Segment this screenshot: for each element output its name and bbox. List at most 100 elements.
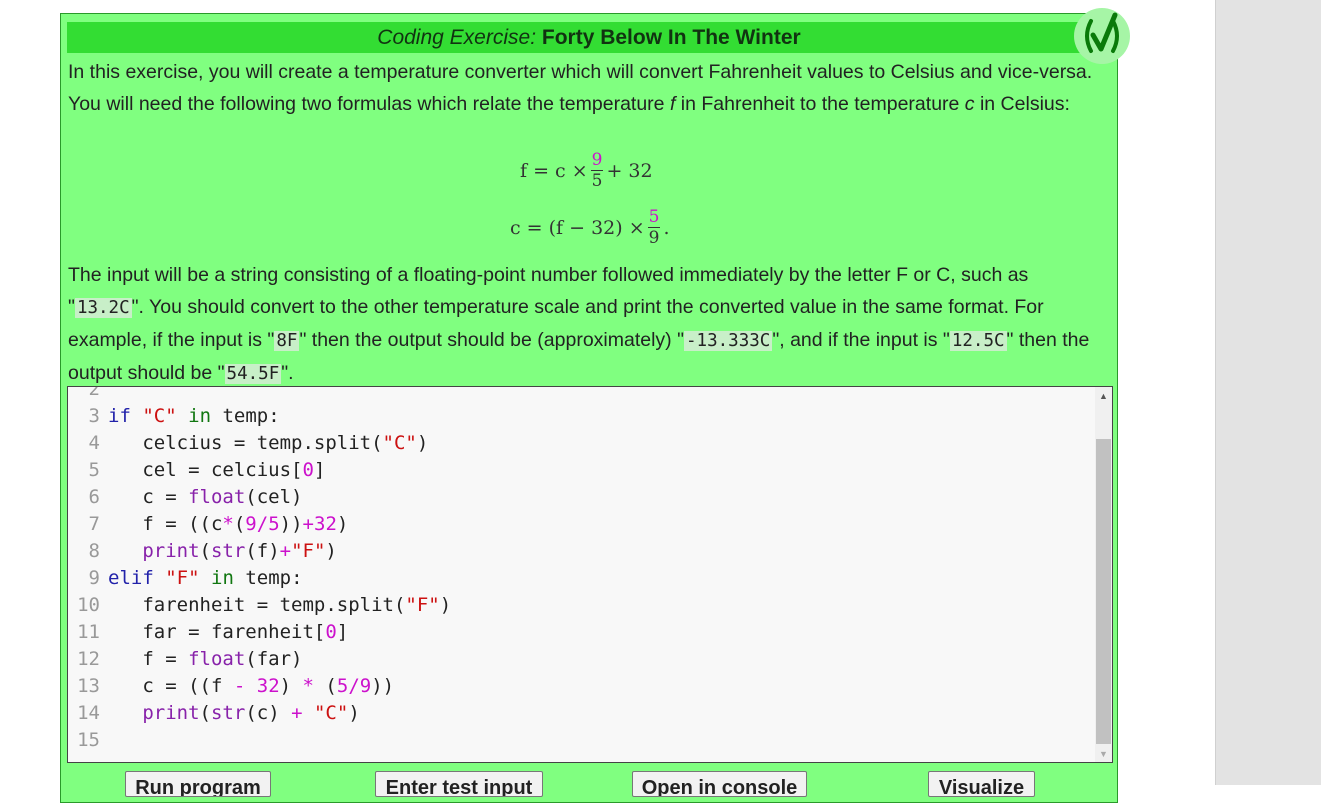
line-number: 8 [88, 539, 100, 562]
code-line[interactable]: 7 f = ((c *(9/5)) +32) [68, 510, 451, 537]
code-token: ( [199, 539, 211, 562]
example-output-3: 54.5F [224, 364, 282, 384]
line-number: 6 [88, 485, 100, 508]
code-line[interactable]: 9 elif "F" in temp: [68, 564, 451, 591]
formula2-fraction: 5 9 [647, 207, 661, 248]
formula1-lhs: f = c × [520, 159, 588, 182]
code-token: float [188, 485, 246, 508]
description-paragraph-2: The input will be a string consisting of… [68, 259, 1108, 390]
exercise-title: Forty Below In The Winter [541, 26, 801, 49]
code-token: "F" [165, 566, 200, 589]
code-token: - [233, 674, 246, 697]
code-token: (far) [245, 647, 303, 670]
run-program-button[interactable]: Run program [125, 771, 271, 797]
code-token: celcius = temp.split( [108, 431, 383, 454]
para2-text-3: " then the output should be (approximate… [299, 329, 685, 351]
exercise-panel: Coding Exercise: Forty Below In The Wint… [60, 8, 1130, 803]
code-line[interactable]: 14 print(str (c) + "C") [68, 699, 451, 726]
code-token: ) [279, 674, 303, 697]
para1-text-3: in Celsius: [974, 93, 1070, 115]
code-line[interactable]: 8 print(str (f) + "F") [68, 537, 451, 564]
code-token: 0 [302, 458, 314, 481]
code-line[interactable]: 6 c = float (cel) [68, 483, 451, 510]
scroll-up-arrow-icon[interactable]: ▲ [1095, 387, 1112, 404]
code-editor[interactable]: 2 3 if "C" in temp: 4 celcius = temp.split(… [67, 386, 1113, 763]
code-token: (cel) [245, 485, 303, 508]
formula2-lhs: c = (f − 32) × [510, 216, 645, 239]
code-token: "C" [142, 404, 177, 427]
code-token: 5 [268, 512, 280, 535]
code-token: 0 [325, 620, 337, 643]
line-number: 3 [88, 404, 100, 427]
code-line[interactable]: 3 if "C" in temp: [68, 402, 451, 429]
example-input-1: 13.2C [74, 298, 132, 318]
code-line[interactable]: 12 f = float (far) [68, 645, 451, 672]
formula2-denominator: 9 [647, 227, 661, 248]
formula1-fraction: 9 5 [590, 150, 604, 191]
code-line[interactable]: 5 cel = celcius[0] [68, 456, 451, 483]
formula2-numerator: 5 [648, 207, 660, 227]
code-token: / [256, 512, 269, 535]
page-side-margin [1215, 0, 1321, 785]
code-lines[interactable]: 2 3 if "C" in temp: 4 celcius = temp.split(… [68, 386, 451, 753]
code-token: / [348, 674, 360, 697]
line-number: 5 [88, 458, 100, 481]
enter-test-input-button[interactable]: Enter test input [375, 771, 543, 797]
code-token: temp: [211, 404, 280, 427]
code-token: 9 [245, 512, 257, 535]
code-token: (f) [245, 539, 280, 562]
code-line[interactable]: 10 farenheit = temp.split("F") [68, 591, 451, 618]
formula1-numerator: 9 [591, 150, 603, 170]
exercise-title-bar: Coding Exercise: Forty Below In The Wint… [67, 22, 1111, 53]
example-input-2: 8F [274, 331, 300, 351]
line-number: 7 [88, 512, 100, 535]
example-output-2: -13.333C [684, 331, 773, 351]
code-token: ] [313, 458, 326, 481]
code-token: "F" [405, 593, 440, 616]
code-token: 5 [336, 674, 349, 697]
code-token: c = [108, 485, 189, 508]
code-line[interactable]: 11 far = farenheit[0] [68, 618, 451, 645]
code-token: (c) [245, 701, 292, 724]
line-number: 4 [88, 431, 100, 454]
line-number: 11 [77, 620, 100, 643]
example-input-3: 12.5C [949, 331, 1007, 351]
code-token: temp: [233, 566, 303, 589]
code-token: float [188, 647, 246, 670]
line-number: 2 [88, 386, 100, 400]
code-line[interactable]: 15 [68, 726, 451, 753]
code-line[interactable]: 13 c = ((f - 32) * (5/9)) [68, 672, 451, 699]
scrollbar-thumb[interactable] [1096, 439, 1111, 744]
line-number: 9 [88, 566, 100, 589]
code-token: far = farenheit[ [108, 620, 326, 643]
code-token: elif [108, 566, 154, 589]
code-token: if [108, 404, 131, 427]
exercise-description-2: The input will be a string consisting of… [68, 259, 1108, 390]
code-token: ( [199, 701, 211, 724]
formula1-rhs: + 32 [606, 159, 653, 182]
code-token: * [302, 674, 314, 697]
code-token: f = ((c [108, 512, 223, 535]
code-token: f = [108, 647, 189, 670]
code-token: farenheit = temp.split( [108, 593, 406, 616]
code-token: ) [416, 431, 429, 454]
code-line[interactable]: 4 celcius = temp.split("C") [68, 429, 451, 456]
code-token: print [142, 539, 200, 562]
scroll-down-arrow-icon[interactable]: ▼ [1095, 745, 1112, 762]
exercise-title-prefix: Coding Exercise: [377, 26, 537, 49]
code-token: 32 [314, 512, 337, 535]
code-line[interactable]: 2 [68, 386, 451, 402]
para2-text-6: ". [281, 362, 294, 384]
code-token: c = ((f [108, 674, 234, 697]
code-token: str [210, 701, 246, 724]
editor-scrollbar[interactable]: ▲ ▼ [1095, 387, 1112, 762]
open-in-console-button[interactable]: Open in console [632, 771, 807, 797]
code-token: ) [348, 701, 360, 724]
formula-celsius: c = (f − 32) × 5 9 . [510, 207, 670, 248]
visualize-button[interactable]: Visualize [928, 771, 1035, 797]
